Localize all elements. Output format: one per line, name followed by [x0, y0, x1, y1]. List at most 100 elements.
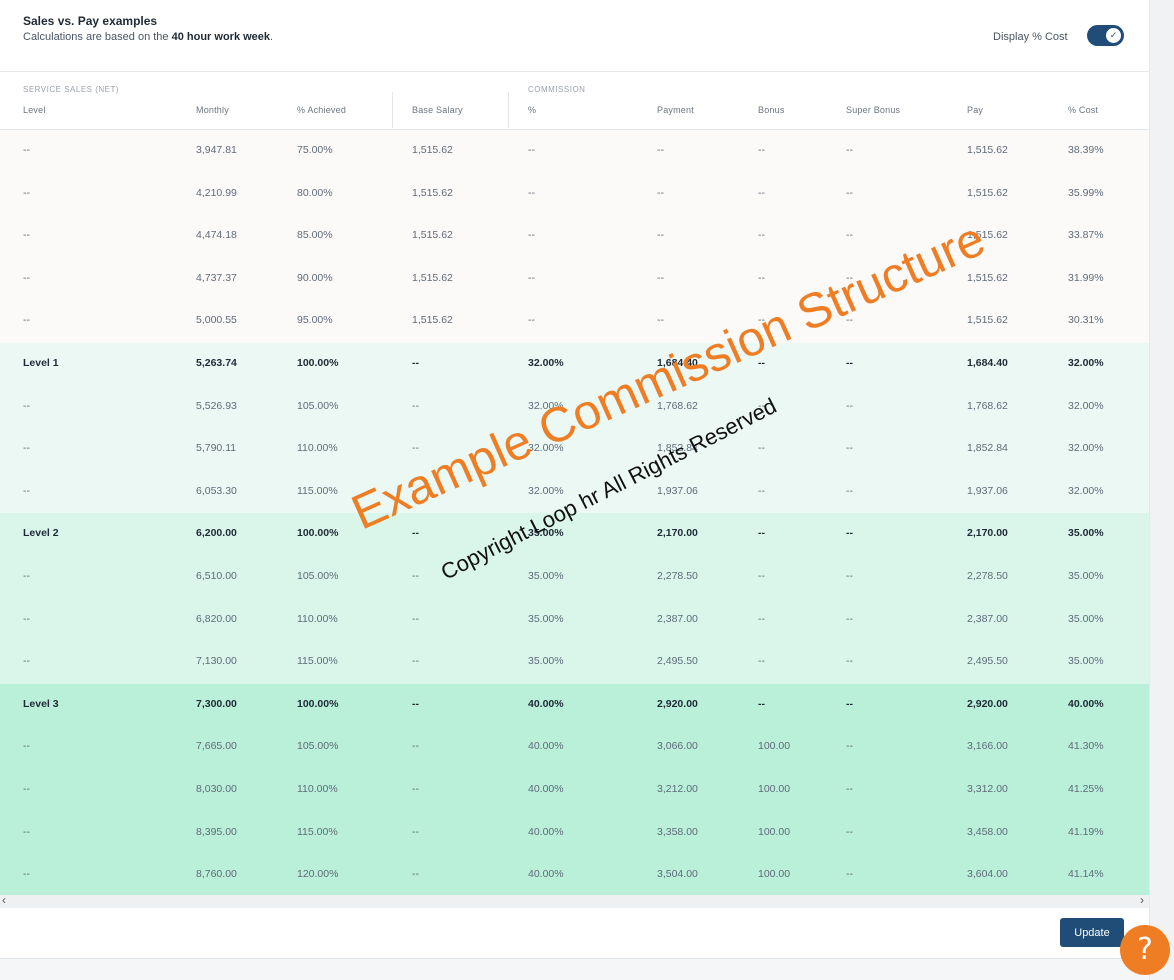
cell-payment: -- [657, 271, 664, 284]
cell-commission-percent: 32.00% [528, 399, 564, 412]
cell-level: -- [23, 399, 30, 412]
table-row: -- 5,000.55 95.00% 1,515.62 -- -- -- -- 1,515.62… [0, 300, 1149, 344]
cell-base-salary: -- [412, 655, 419, 668]
cell-pay: 1,515.62 [967, 229, 1008, 242]
cell-super-bonus: -- [846, 271, 853, 284]
cell-achieved: 115.00% [297, 484, 338, 497]
scroll-right-icon[interactable]: › [1140, 893, 1144, 907]
cell-percent-cost: 31.99% [1068, 271, 1104, 284]
cell-bonus: -- [758, 612, 765, 625]
cell-monthly: 7,665.00 [196, 740, 237, 753]
table-row: -- 6,820.00 110.00% -- 35.00% 2,387.00 -- -- 2,3… [0, 598, 1149, 642]
vertical-scrollbar[interactable] [1149, 0, 1174, 980]
cell-monthly: 5,526.93 [196, 399, 237, 412]
cell-monthly: 4,210.99 [196, 186, 237, 199]
update-button[interactable]: Update [1060, 918, 1124, 947]
level-row: Level 3 7,300.00 100.00% -- 40.00% 2,920.00 --… [0, 683, 1149, 727]
cell-achieved: 100.00% [297, 697, 339, 710]
cell-level: -- [23, 740, 30, 753]
cell-pay: 3,166.00 [967, 740, 1008, 753]
help-button[interactable]: ? [1120, 925, 1170, 975]
cell-bonus: -- [758, 186, 765, 199]
cell-pay: 2,495.50 [967, 655, 1008, 668]
cell-super-bonus: -- [846, 570, 853, 582]
cell-monthly: 4,737.37 [196, 271, 237, 284]
level-row: Level 2 6,200.00 100.00% -- 35.00% 2,170.00 --… [0, 513, 1149, 557]
table-row: -- 6,053.30 115.00% -- 32.00% 1,937.06 -- -- 1,9… [0, 470, 1149, 514]
cell-achieved: 75.00% [297, 144, 333, 156]
horizontal-scrollbar[interactable]: ‹ › [0, 893, 1149, 908]
cell-level: -- [23, 570, 30, 582]
cell-percent-cost: 32.00% [1068, 442, 1104, 455]
cell-achieved: 105.00% [297, 570, 339, 582]
cell-bonus: -- [758, 144, 765, 156]
cell-monthly: 6,510.00 [196, 570, 237, 582]
cell-level: -- [23, 655, 30, 668]
page-title: Sales vs. Pay examples [23, 14, 158, 28]
cell-base-salary: -- [412, 783, 419, 795]
cell-commission-percent: 35.00% [528, 655, 564, 668]
cell-bonus: 100.00 [758, 825, 791, 838]
cell-bonus: -- [758, 484, 765, 497]
cell-super-bonus: -- [846, 655, 853, 668]
cell-percent-cost: 30.31% [1068, 314, 1104, 327]
work-week-highlight: 40 hour work week [171, 31, 271, 43]
cell-level: -- [23, 314, 30, 327]
sales-pay-panel: Sales vs. Pay examples Calculations are … [0, 0, 1149, 959]
cell-pay: 3,312.00 [967, 783, 1008, 795]
subtitle: Calculations are based on the 40 hour wo… [23, 31, 273, 43]
cell-payment: 2,495.50 [657, 655, 698, 668]
cell-payment: 3,212.00 [657, 783, 698, 795]
cell-payment: -- [657, 314, 664, 327]
cell-pay: 1,515.62 [967, 144, 1008, 156]
cell-monthly: 6,820.00 [196, 612, 237, 625]
cell-pay: 1,515.62 [967, 271, 1008, 284]
table-row: -- 3,947.81 75.00% 1,515.62 -- -- -- -- 1,515.62… [0, 130, 1149, 173]
cell-commission-percent: 40.00% [528, 868, 564, 881]
cell-bonus: 100.00 [758, 740, 791, 753]
cell-level: -- [23, 186, 30, 199]
scroll-left-icon[interactable]: ‹ [2, 893, 6, 907]
cell-commission-percent: 40.00% [528, 740, 564, 753]
display-cost-toggle[interactable]: ✓ [1087, 25, 1124, 46]
cell-percent-cost: 41.25% [1068, 783, 1104, 795]
column-header-payment: Payment [657, 105, 694, 115]
cell-bonus: 100.00 [758, 783, 791, 795]
cell-achieved: 105.00% [297, 399, 339, 412]
cell-payment: 1,937.06 [657, 484, 698, 497]
cell-payment: 2,170.00 [657, 527, 698, 540]
cell-payment: -- [657, 144, 664, 156]
column-header-pay: Pay [967, 105, 984, 115]
cell-base-salary: -- [412, 697, 419, 710]
cell-percent-cost: 35.00% [1068, 570, 1104, 582]
cell-base-salary: -- [412, 868, 419, 881]
cell-monthly: 8,395.00 [196, 825, 237, 838]
cell-percent-cost: 33.87% [1068, 229, 1104, 242]
cell-commission-percent: 35.00% [528, 527, 564, 540]
cell-base-salary: -- [412, 399, 419, 412]
cell-percent-cost: 35.00% [1068, 527, 1104, 540]
cell-monthly: 7,300.00 [196, 697, 237, 710]
cell-commission-percent: -- [528, 271, 535, 284]
cell-commission-percent: 32.00% [528, 484, 564, 497]
column-header-commission-percent: % [528, 105, 537, 115]
cell-pay: 1,937.06 [967, 484, 1008, 497]
cell-payment: 3,066.00 [657, 740, 698, 753]
cell-level: -- [23, 484, 30, 497]
cell-base-salary: -- [412, 442, 419, 455]
cell-pay: 2,920.00 [967, 697, 1008, 710]
cell-bonus: -- [758, 271, 765, 284]
level-row: Level 1 5,263.74 100.00% -- 32.00% 1,684.40 --… [0, 343, 1149, 386]
cell-commission-percent: 40.00% [528, 825, 564, 838]
cell-bonus: -- [758, 399, 765, 412]
subtitle-text: Calculations are based on the [23, 31, 172, 43]
cell-achieved: 110.00% [297, 612, 338, 625]
cell-base-salary: -- [412, 825, 419, 838]
cell-payment: 1,852.84 [657, 442, 698, 455]
cell-bonus: -- [758, 357, 765, 369]
cell-commission-percent: 35.00% [528, 612, 564, 625]
cell-super-bonus: -- [846, 484, 853, 497]
cell-bonus: -- [758, 570, 765, 582]
cell-level: Level 3 [23, 697, 59, 710]
table-row: -- 4,737.37 90.00% 1,515.62 -- -- -- -- 1,515.62… [0, 257, 1149, 301]
